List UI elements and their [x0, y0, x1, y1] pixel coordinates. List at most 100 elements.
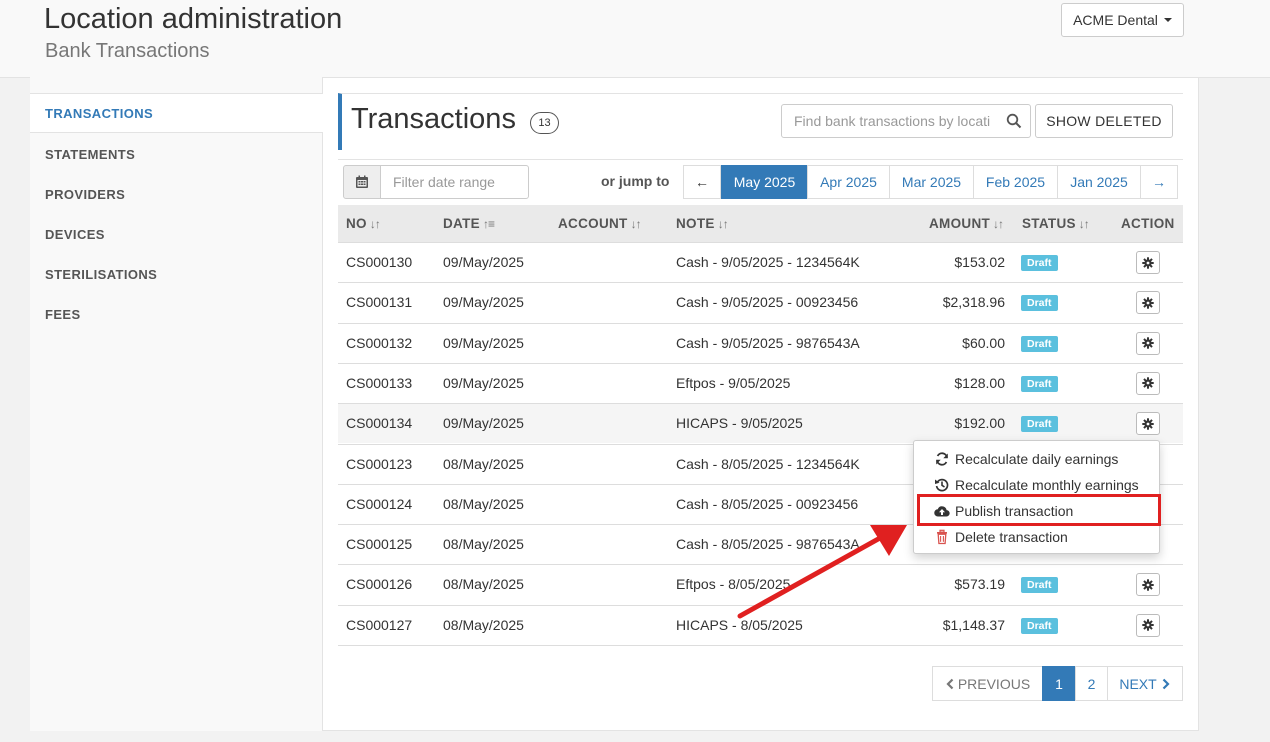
sidebar-item-sterilisations[interactable]: STERILISATIONS — [30, 255, 323, 295]
show-deleted-button[interactable]: SHOW DELETED — [1035, 104, 1173, 138]
cell-amount: $153.02 — [954, 254, 1005, 270]
menu-item-publish-transaction[interactable]: Publish transaction — [914, 498, 1159, 524]
search-box — [781, 104, 1031, 138]
menu-item-recalculate-daily[interactable]: Recalculate daily earnings — [914, 446, 1159, 472]
menu-item-recalculate-monthly[interactable]: Recalculate monthly earnings — [914, 472, 1159, 498]
gear-icon — [1142, 377, 1154, 390]
col-amount-header[interactable]: AMOUNT ↓↑ — [929, 205, 1004, 242]
table-row: CS000131 09/May/2025 Cash - 9/05/2025 - 00… — [338, 282, 1183, 323]
cell-no: CS000125 — [346, 536, 413, 553]
page-title: Location administration — [44, 3, 343, 35]
cell-date: 08/May/2025 — [443, 576, 524, 593]
refresh-icon — [936, 452, 948, 466]
gear-icon — [1142, 256, 1154, 269]
cell-no: CS000133 — [346, 374, 413, 391]
cell-note: Cash - 9/05/2025 - 9876543A — [676, 334, 860, 351]
row-action-button[interactable] — [1136, 613, 1160, 637]
cell-note: Cash - 9/05/2025 - 00923456 — [676, 294, 859, 311]
page-subtitle: Bank Transactions — [45, 40, 210, 62]
table-row: CS000126 08/May/2025 Eftpos - 8/05/2025 $57… — [338, 564, 1183, 605]
col-date-header[interactable]: DATE ↑≡ — [443, 205, 495, 242]
org-dropdown-button[interactable]: ACME Dental — [1061, 3, 1184, 37]
table-row: CS000130 09/May/2025 Cash - 9/05/2025 - 12… — [338, 242, 1183, 282]
cell-amount: $2,318.96 — [942, 294, 1005, 311]
cloud-upload-icon — [934, 506, 950, 517]
search-input[interactable] — [782, 105, 1002, 137]
cell-amount: $192.00 — [954, 415, 1005, 432]
next-month-button[interactable]: → — [1140, 165, 1178, 199]
status-badge: Draft — [1021, 255, 1058, 271]
section-title: Transactions — [351, 103, 516, 135]
pagination-previous-button[interactable]: PREVIOUS — [932, 666, 1043, 701]
row-action-button[interactable] — [1136, 291, 1160, 315]
table-row: CS000127 08/May/2025 HICAPS - 8/05/2025 $1,… — [338, 604, 1183, 645]
cell-note: Cash - 8/05/2025 - 9876543A — [676, 536, 860, 553]
col-no-header[interactable]: NO ↓↑ — [346, 205, 381, 242]
menu-item-delete-transaction[interactable]: Delete transaction — [914, 524, 1159, 550]
col-action-header: ACTION — [1121, 216, 1175, 231]
row-action-button[interactable] — [1136, 412, 1160, 436]
gear-icon — [1142, 417, 1154, 430]
status-badge: Draft — [1021, 617, 1058, 634]
cell-note: HICAPS - 9/05/2025 — [676, 415, 803, 432]
cell-date: 08/May/2025 — [443, 616, 524, 633]
sort-icon: ↓↑ — [630, 217, 642, 231]
sidebar-item-statements[interactable]: STATEMENTS — [30, 135, 323, 175]
table-row: CS000132 09/May/2025 Cash - 9/05/2025 - 98… — [338, 322, 1183, 363]
month-apr-2025[interactable]: Apr 2025 — [807, 165, 890, 199]
status-badge: Draft — [1021, 577, 1058, 594]
date-range-addon[interactable] — [343, 165, 381, 199]
caret-down-icon — [1163, 18, 1172, 22]
pagination-page-1[interactable]: 1 — [1042, 666, 1076, 701]
gear-icon — [1142, 619, 1154, 631]
cell-date: 09/May/2025 — [443, 334, 524, 351]
gear-icon — [1142, 337, 1154, 349]
date-range-input[interactable] — [380, 165, 529, 199]
cell-date: 09/May/2025 — [443, 254, 524, 270]
col-account-header[interactable]: ACCOUNT ↓↑ — [558, 205, 642, 242]
sidebar-item-providers[interactable]: PROVIDERS — [30, 175, 323, 215]
org-dropdown-label: ACME Dental — [1073, 12, 1158, 28]
search-icon[interactable] — [1006, 113, 1022, 129]
table-row: CS000134 09/May/2025 HICAPS - 9/05/2025 $19… — [338, 403, 1183, 444]
sort-icon: ↓↑ — [369, 217, 381, 231]
month-feb-2025[interactable]: Feb 2025 — [973, 165, 1058, 199]
sidebar-item-fees[interactable]: FEES — [30, 295, 323, 335]
prev-month-button[interactable]: ← — [683, 165, 721, 199]
pagination-next-button[interactable]: NEXT — [1107, 666, 1183, 701]
cell-date: 09/May/2025 — [443, 294, 524, 311]
month-may-2025[interactable]: May 2025 — [721, 165, 808, 199]
cell-no: CS000124 — [346, 495, 413, 512]
table-header: NO ↓↑ DATE ↑≡ ACCOUNT ↓↑ NOTE ↓↑ AMOUNT ↓↑ ST… — [338, 205, 1183, 242]
cell-amount: $60.00 — [962, 334, 1005, 351]
sidebar-item-devices[interactable]: DEVICES — [30, 215, 323, 255]
cell-no: CS000132 — [346, 334, 413, 351]
cell-amount: $128.00 — [954, 374, 1005, 391]
cell-no: CS000131 — [346, 294, 413, 311]
cell-amount: $573.19 — [954, 576, 1005, 593]
cell-date: 09/May/2025 — [443, 374, 524, 391]
status-badge: Draft — [1021, 375, 1058, 392]
cell-no: CS000127 — [346, 616, 413, 633]
sidebar-item-transactions[interactable]: TRANSACTIONS — [30, 93, 323, 133]
trash-icon — [937, 529, 947, 545]
table-row: CS000133 09/May/2025 Eftpos - 9/05/2025 $12… — [338, 362, 1183, 403]
month-jan-2025[interactable]: Jan 2025 — [1057, 165, 1141, 199]
col-note-header[interactable]: NOTE ↓↑ — [676, 205, 729, 242]
cell-date: 09/May/2025 — [443, 415, 524, 432]
row-action-button[interactable] — [1136, 573, 1160, 597]
table-bottom-border — [338, 645, 1183, 646]
row-action-button[interactable] — [1136, 371, 1160, 395]
cell-no: CS000123 — [346, 455, 413, 472]
chevron-left-icon — [946, 678, 954, 689]
pagination-page-2[interactable]: 2 — [1075, 666, 1108, 701]
month-mar-2025[interactable]: Mar 2025 — [889, 165, 974, 199]
row-action-button[interactable] — [1136, 331, 1160, 355]
col-status-header[interactable]: STATUS ↓↑ — [1022, 205, 1090, 242]
cell-date: 08/May/2025 — [443, 536, 524, 553]
sort-icon: ↓↑ — [1078, 217, 1090, 231]
history-icon — [935, 478, 949, 492]
cell-no: CS000134 — [346, 415, 413, 432]
cell-date: 08/May/2025 — [443, 455, 524, 472]
row-action-button[interactable] — [1136, 251, 1160, 274]
